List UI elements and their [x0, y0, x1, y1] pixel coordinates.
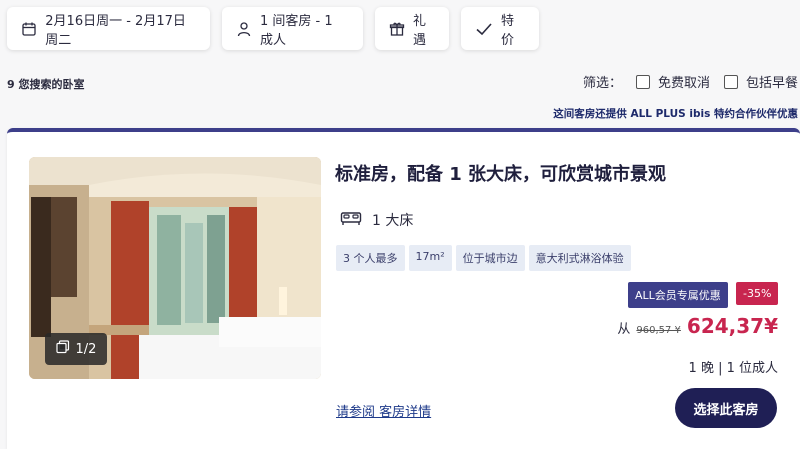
date-range-label: 2月16日周一 - 2月17日周二: [45, 13, 186, 48]
breakfast-filter[interactable]: 包括早餐: [723, 72, 798, 91]
discount-badge: -35%: [736, 282, 779, 305]
tag-size: 17m²: [408, 245, 452, 271]
special-price-button[interactable]: 特价: [461, 7, 539, 50]
discounted-price: 624,37¥: [686, 314, 778, 338]
breakfast-label: 包括早餐: [745, 76, 798, 91]
photo-counter-label: 1/2: [75, 341, 97, 357]
room-card: 1/2 标准房，配备 1 张大床，可欣赏城市景观 1 大床 3 个人最多 17m…: [7, 128, 800, 449]
tag-shower: 意大利式淋浴体验: [528, 245, 631, 271]
guests-button[interactable]: 1 间客房 - 1 成人: [222, 7, 363, 50]
stay-info: 1 晚 | 1 位成人: [688, 361, 778, 376]
room-tags: 3 个人最多 17m² 位于城市边 意大利式淋浴体验: [336, 245, 631, 271]
breakfast-checkbox[interactable]: [723, 74, 738, 89]
perks-label: 礼遇: [413, 13, 427, 48]
room-details-link[interactable]: 请参阅 客房详情: [336, 401, 431, 420]
photo-counter[interactable]: 1/2: [45, 333, 107, 365]
tag-capacity: 3 个人最多: [336, 245, 405, 271]
price-from-label: 从: [617, 322, 631, 337]
gallery-icon: [55, 340, 70, 358]
checkmark-icon: [475, 20, 493, 38]
calendar-icon: [21, 20, 37, 38]
tag-location: 位于城市边: [455, 245, 525, 271]
guests-label: 1 间客房 - 1 成人: [260, 13, 333, 48]
select-room-button[interactable]: 选择此客房: [675, 388, 777, 428]
free-cancel-filter[interactable]: 免费取消: [635, 72, 710, 91]
bed-info: 1 大床: [340, 210, 413, 230]
bed-icon: [340, 210, 362, 230]
special-price-label: 特价: [501, 13, 515, 48]
free-cancel-checkbox[interactable]: [635, 74, 650, 89]
room-photo[interactable]: 1/2: [29, 157, 321, 379]
price-row: 从 960,57 ¥ 624,37¥: [617, 314, 778, 338]
free-cancel-label: 免费取消: [657, 76, 710, 91]
perks-button[interactable]: 礼遇: [375, 7, 449, 50]
date-range-button[interactable]: 2月16日周一 - 2月17日周二: [7, 7, 210, 50]
bed-label: 1 大床: [372, 213, 414, 229]
partner-offer-note: 这间客房还提供 ALL PLUS ibis 特约合作伙伴优惠: [553, 108, 798, 120]
original-price: 960,57 ¥: [636, 325, 681, 336]
member-offer-badge: ALL会员专属优惠: [628, 282, 728, 308]
person-icon: [236, 20, 252, 38]
filter-options: 筛选： 免费取消 包括早餐: [583, 72, 798, 91]
room-title: 标准房，配备 1 张大床，可欣赏城市景观: [335, 164, 667, 185]
filter-label: 筛选：: [582, 76, 622, 91]
gift-icon: [389, 20, 405, 38]
results-count: 9 您搜索的卧室: [7, 78, 85, 91]
